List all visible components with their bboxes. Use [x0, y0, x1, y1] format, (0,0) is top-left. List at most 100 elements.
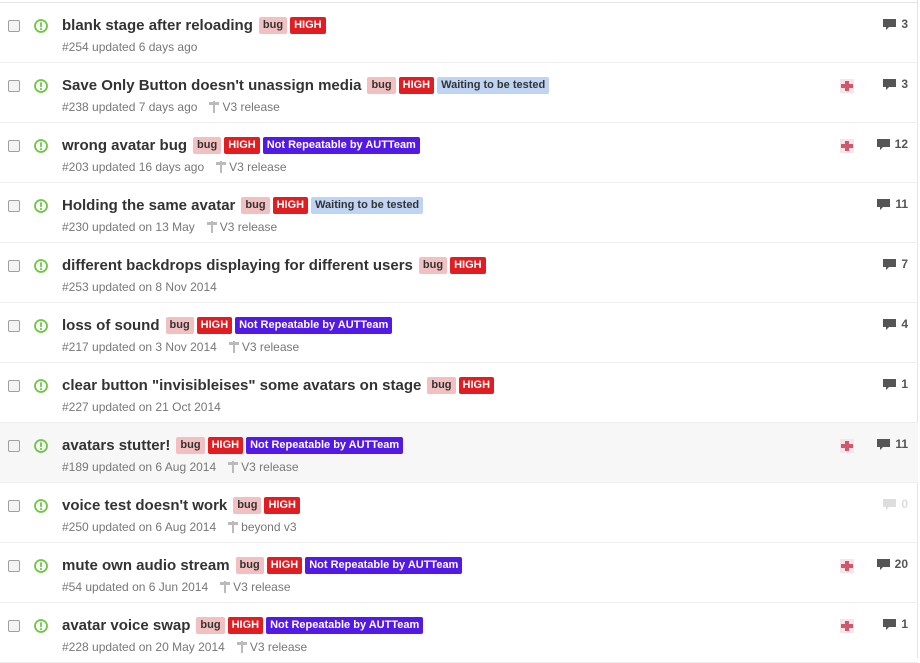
- label-bug[interactable]: bug: [235, 557, 264, 574]
- comments-number: 1: [901, 377, 908, 391]
- label-not-repeatable[interactable]: Not Repeatable by AUTTeam: [262, 137, 420, 154]
- label-high[interactable]: HIGH: [272, 197, 309, 214]
- issue-row[interactable]: avatars stutter! bug HIGH Not Repeatable b…: [0, 423, 918, 483]
- comments-number: 20: [894, 557, 908, 571]
- assignee-avatar[interactable]: [840, 439, 854, 453]
- label-high[interactable]: HIGH: [227, 617, 264, 634]
- comments-count[interactable]: 1: [882, 377, 908, 391]
- select-checkbox[interactable]: [8, 320, 20, 332]
- label-bug[interactable]: bug: [427, 377, 456, 394]
- issue-title-link[interactable]: Holding the same avatar: [62, 197, 235, 214]
- label-bug[interactable]: bug: [418, 257, 448, 274]
- comment-icon: [876, 558, 890, 570]
- issue-meta-text: #230 updated on 13 May: [62, 220, 195, 234]
- issue-row[interactable]: wrong avatar bug bug HIGH Not Repeatable b…: [0, 123, 918, 183]
- label-high[interactable]: HIGH: [207, 437, 244, 454]
- issue-title-link[interactable]: blank stage after reloading: [62, 17, 253, 34]
- label-not-repeatable[interactable]: Not Repeatable by AUTTeam: [266, 617, 424, 634]
- milestone-link[interactable]: V3 release: [209, 100, 280, 114]
- select-checkbox[interactable]: [8, 440, 20, 452]
- comments-count[interactable]: 0: [882, 497, 908, 511]
- label-high[interactable]: HIGH: [290, 17, 326, 34]
- assignee-avatar[interactable]: [840, 79, 854, 93]
- milestone-name: V3 release: [233, 580, 291, 594]
- issue-title-link[interactable]: avatar voice swap: [62, 617, 190, 634]
- milestone-link[interactable]: V3 release: [228, 460, 299, 474]
- comments-number: 7: [901, 257, 908, 271]
- issue-title-link[interactable]: clear button "invisibleises" some avatar…: [62, 377, 421, 394]
- select-checkbox[interactable]: [8, 500, 20, 512]
- issue-row[interactable]: Save Only Button doesn't unassign media …: [0, 63, 918, 123]
- issue-row[interactable]: different backdrops displaying for diffe…: [0, 243, 918, 303]
- milestone-name: beyond v3: [241, 520, 297, 534]
- comments-count[interactable]: 11: [876, 197, 908, 211]
- comments-count[interactable]: 11: [876, 437, 908, 451]
- select-checkbox[interactable]: [8, 200, 20, 212]
- milestone-link[interactable]: V3 release: [236, 640, 307, 654]
- label-waiting-to-be-tested[interactable]: Waiting to be tested: [311, 197, 424, 214]
- issue-title-link[interactable]: voice test doesn't work: [62, 497, 227, 514]
- comments-count[interactable]: 3: [882, 77, 908, 91]
- issue-title-link[interactable]: avatars stutter!: [62, 437, 170, 454]
- assignee-avatar[interactable]: [840, 559, 854, 573]
- label-bug[interactable]: bug: [196, 617, 225, 634]
- comments-count[interactable]: 12: [876, 137, 908, 151]
- label-high[interactable]: HIGH: [450, 257, 486, 274]
- label-bug[interactable]: bug: [176, 437, 205, 454]
- issue-title-link[interactable]: wrong avatar bug: [62, 137, 187, 154]
- issue-row[interactable]: clear button "invisibleises" some avatar…: [0, 363, 918, 423]
- select-checkbox[interactable]: [8, 140, 20, 152]
- issue-meta-text: #203 updated 16 days ago: [62, 160, 205, 174]
- issue-row[interactable]: avatar voice swap bug HIGH Not Repeatable …: [0, 603, 918, 663]
- issue-title-line: avatars stutter! bug HIGH Not Repeatable b…: [62, 437, 406, 454]
- milestone-link[interactable]: beyond v3: [228, 520, 297, 534]
- issue-row[interactable]: voice test doesn't work bug HIGH #250 upd…: [0, 483, 918, 543]
- issue-row[interactable]: blank stage after reloading bug HIGH #254…: [0, 3, 918, 63]
- label-not-repeatable[interactable]: Not Repeatable by AUTTeam: [235, 317, 393, 334]
- select-checkbox[interactable]: [8, 620, 20, 632]
- label-high[interactable]: HIGH: [458, 377, 495, 394]
- select-checkbox[interactable]: [8, 80, 20, 92]
- milestone-link[interactable]: V3 release: [228, 340, 299, 354]
- select-checkbox[interactable]: [8, 560, 20, 572]
- issue-title-link[interactable]: different backdrops displaying for diffe…: [62, 257, 413, 274]
- comment-icon: [883, 618, 897, 630]
- select-checkbox[interactable]: [8, 20, 20, 32]
- label-bug[interactable]: bug: [233, 497, 262, 514]
- issue-title-link[interactable]: Save Only Button doesn't unassign media: [62, 77, 361, 94]
- milestone-link[interactable]: V3 release: [216, 160, 287, 174]
- milestone-link[interactable]: V3 release: [220, 580, 291, 594]
- comments-count[interactable]: 7: [882, 257, 908, 271]
- label-high[interactable]: HIGH: [398, 77, 435, 94]
- label-bug[interactable]: bug: [241, 197, 270, 214]
- comments-count[interactable]: 1: [882, 617, 908, 631]
- comments-count[interactable]: 3: [882, 17, 908, 31]
- issue-title-link[interactable]: loss of sound: [62, 317, 160, 334]
- issue-row[interactable]: Holding the same avatar bug HIGH Waiting t…: [0, 183, 918, 243]
- select-checkbox[interactable]: [8, 380, 20, 392]
- label-high[interactable]: HIGH: [224, 137, 260, 154]
- label-not-repeatable[interactable]: Not Repeatable by AUTTeam: [246, 437, 404, 454]
- milestone-icon: [228, 521, 239, 533]
- issue-row[interactable]: loss of sound bug HIGH Not Repeatable by A…: [0, 303, 918, 363]
- issue-row[interactable]: mute own audio stream bug HIGH Not Repeata…: [0, 543, 918, 603]
- comments-count[interactable]: 4: [882, 317, 908, 331]
- milestone-link[interactable]: V3 release: [206, 220, 277, 234]
- comment-icon: [877, 438, 891, 450]
- label-bug[interactable]: bug: [165, 317, 194, 334]
- label-bug[interactable]: bug: [193, 137, 222, 154]
- label-bug[interactable]: bug: [367, 77, 396, 94]
- label-not-repeatable[interactable]: Not Repeatable by AUTTeam: [305, 557, 463, 574]
- issue-title-line: different backdrops displaying for diffe…: [62, 257, 489, 274]
- label-bug[interactable]: bug: [258, 17, 288, 34]
- label-waiting-to-be-tested[interactable]: Waiting to be tested: [437, 77, 550, 94]
- assignee-avatar[interactable]: [840, 139, 854, 153]
- comments-count[interactable]: 20: [876, 557, 908, 571]
- label-high[interactable]: HIGH: [266, 557, 303, 574]
- issue-opened-icon: [34, 379, 48, 393]
- label-high[interactable]: HIGH: [264, 497, 300, 514]
- label-high[interactable]: HIGH: [196, 317, 233, 334]
- assignee-avatar[interactable]: [840, 619, 854, 633]
- issue-title-link[interactable]: mute own audio stream: [62, 557, 230, 574]
- select-checkbox[interactable]: [8, 260, 20, 272]
